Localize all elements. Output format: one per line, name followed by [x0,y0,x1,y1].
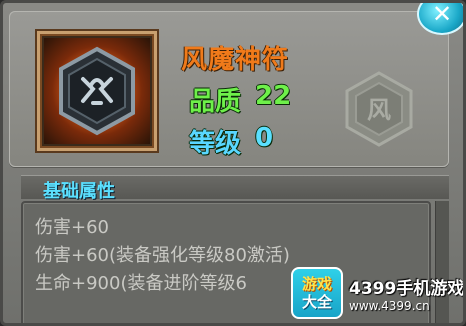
watermark-logo-bottom: 大全 [301,293,332,311]
watermark-url: www.4399.cn [349,298,430,313]
watermark-logo-top: 游戏 [301,275,332,293]
item-detail-panel: 风魔神符 品质 22 等级 0 风 ✕ 基础属性 伤害+60 伤害+60(装备强… [0,0,466,326]
quality-value: 22 [255,81,292,111]
item-name: 风魔神符 [181,45,290,75]
section-title: 基础属性 [43,181,115,202]
section-header: 基础属性 [21,175,449,202]
watermark-logo: 游戏 大全 [291,267,343,319]
item-header: 风魔神符 品质 22 等级 0 风 [9,11,449,167]
watermark: 游戏 大全 4399手机游戏 www.4399.cn [291,265,465,321]
rune-hexagon-icon [59,46,135,136]
close-icon: ✕ [431,0,453,28]
attribute-line: 伤害+60 [35,217,109,238]
attribute-line: 伤害+60(装备强化等级80激活) [35,245,290,266]
watermark-brand: 4399手机游戏 [349,278,465,299]
quality-label: 品质 [189,87,242,117]
element-char: 风 [367,96,391,124]
level-row: 等级 0 [189,123,273,160]
wind-element-badge-icon: 风 [345,71,413,147]
watermark-text: 4399手机游戏 www.4399.cn [349,274,465,313]
level-label: 等级 [189,129,242,159]
item-icon-glow [44,38,150,144]
quality-row: 品质 22 [189,81,291,118]
item-icon-frame [37,31,157,151]
level-value: 0 [255,123,274,153]
attribute-line: 生命+900(装备进阶等级6 [35,273,247,294]
